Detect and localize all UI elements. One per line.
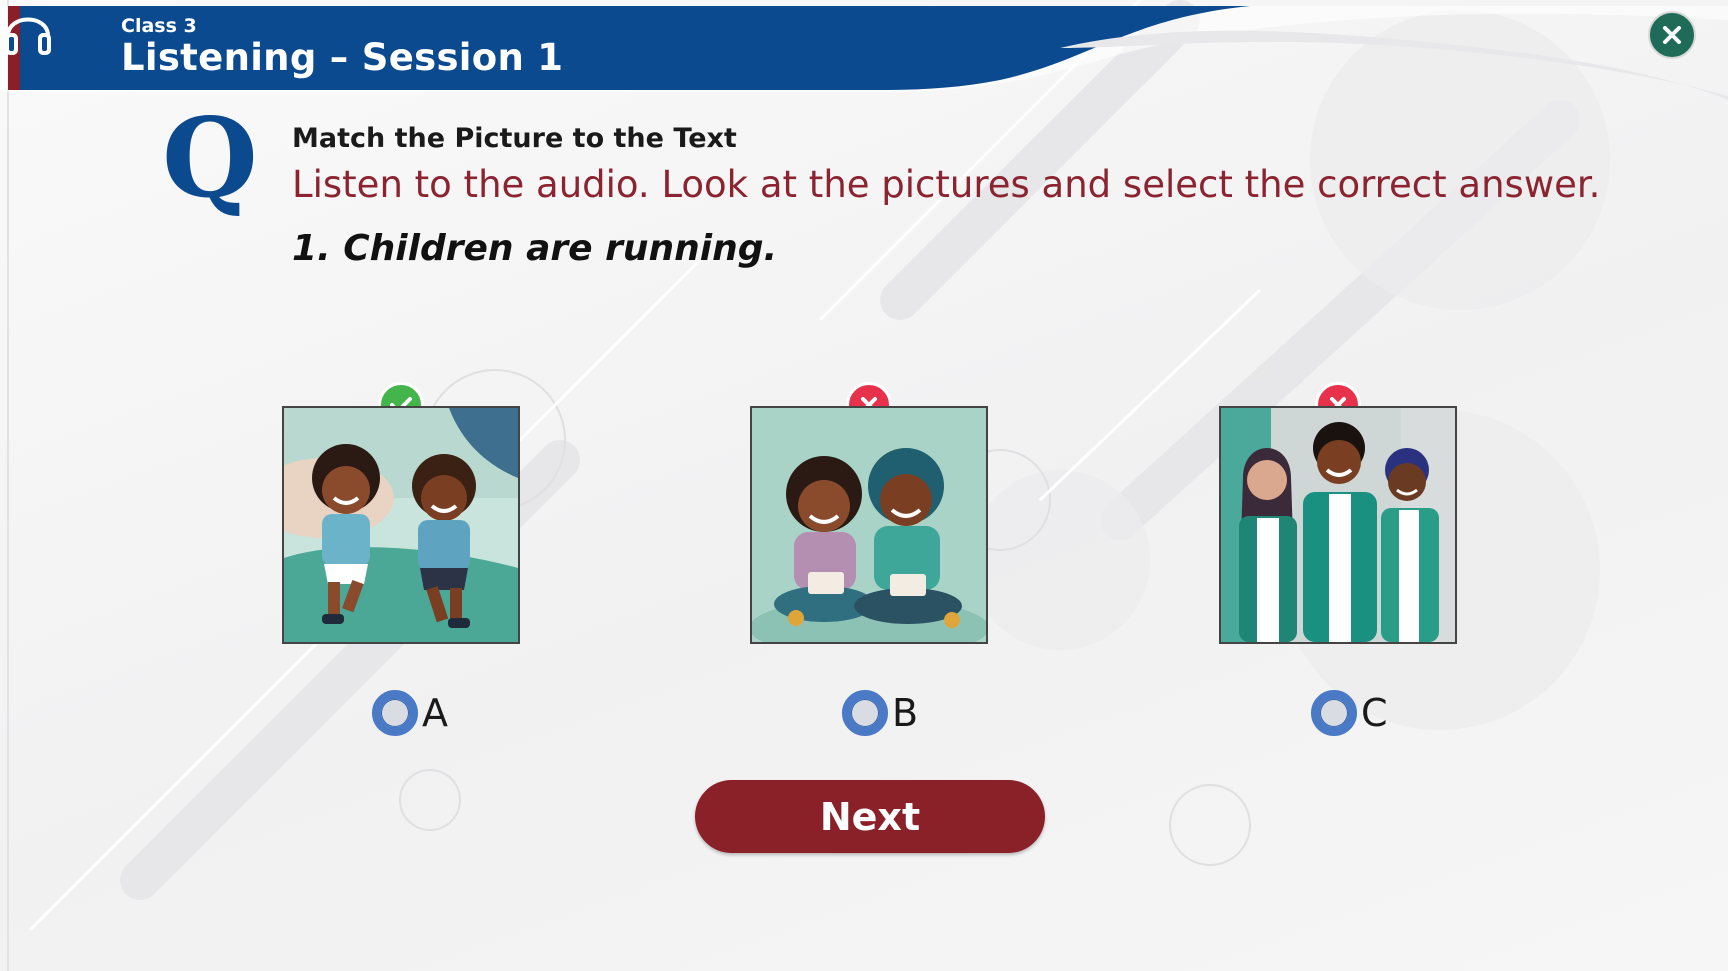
option-a-picture[interactable] [282, 406, 520, 644]
option-c-radio[interactable] [1311, 690, 1357, 736]
header-bar: Class 3 Listening – Session 1 [0, 0, 1728, 100]
instruction-text: Listen to the audio. Look at the picture… [292, 163, 1601, 206]
close-button[interactable] [1648, 11, 1696, 59]
sitting-children-illustration [752, 408, 986, 642]
option-a-radio[interactable] [372, 690, 418, 736]
option-c-picture[interactable] [1219, 406, 1457, 644]
headphones-icon [5, 17, 51, 55]
class-label: Class 3 [121, 15, 197, 37]
option-b-radio[interactable] [842, 690, 888, 736]
next-button[interactable]: Next [695, 780, 1045, 853]
option-b-label: B [892, 691, 919, 735]
option-b-picture[interactable] [750, 406, 988, 644]
quiz-screen: Class 3 Listening – Session 1 Q Match th… [0, 0, 1728, 971]
question-marker: Q [162, 108, 258, 222]
left-edge-rule [7, 0, 9, 971]
running-children-illustration [284, 408, 518, 642]
task-title: Match the Picture to the Text [292, 123, 737, 154]
question-mark-logo: Q [162, 108, 258, 222]
standing-teens-illustration [1221, 408, 1455, 642]
option-a-label: A [422, 691, 448, 735]
option-c-label: C [1361, 691, 1388, 735]
session-title: Listening – Session 1 [121, 36, 564, 79]
close-icon [1663, 26, 1681, 44]
question-prompt: 1. Children are running. [292, 228, 778, 269]
